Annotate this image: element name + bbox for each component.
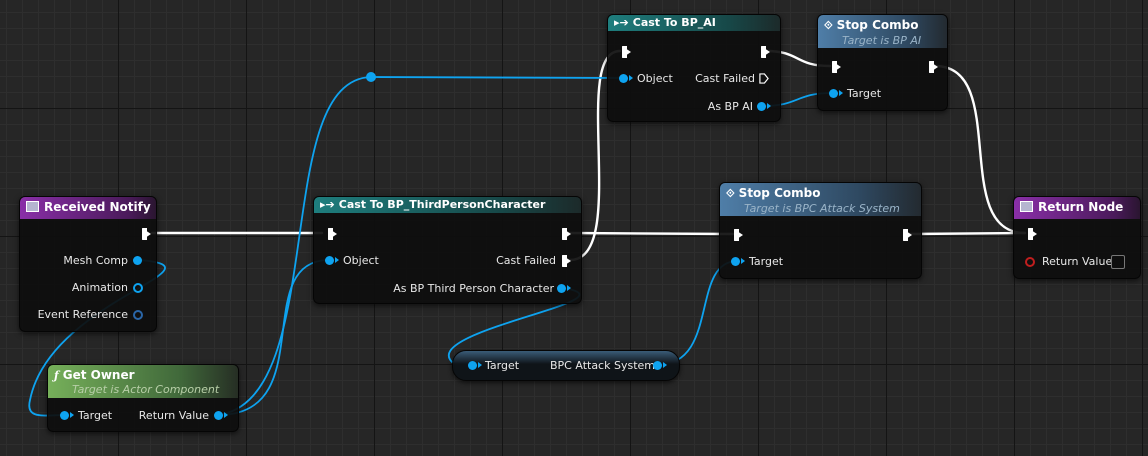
return-value-pin[interactable] <box>214 411 223 420</box>
cast-failed-label: Cast Failed <box>695 72 755 85</box>
as-bp-third-person-pin[interactable] <box>557 284 566 293</box>
exec-output-pin[interactable] <box>929 61 938 73</box>
target-pin[interactable] <box>468 361 477 370</box>
node-subtitle: Target is BPC Attack System <box>744 202 900 215</box>
return-node[interactable]: Return Node Return Value <box>1013 196 1141 279</box>
node-title: Stop Combo <box>836 18 919 32</box>
as-bp-ai-pin[interactable] <box>757 102 766 111</box>
target-pin[interactable] <box>60 411 69 420</box>
bpc-attack-system-pin[interactable] <box>653 361 662 370</box>
exec-input-pin[interactable] <box>1028 228 1037 240</box>
function-call-icon: ⟐ <box>824 19 833 32</box>
stop-combo-ai-node[interactable]: ⟐ Stop Combo Target is BP AI Target <box>817 14 948 111</box>
exec-output-pin[interactable] <box>903 229 912 241</box>
cast-ai-node[interactable]: ▸➔ Cast To BP_AI Object Cast Failed As BP… <box>607 14 781 122</box>
cast-failed-pin[interactable] <box>759 73 769 84</box>
pin-arrow-icon <box>663 362 667 368</box>
cast-icon: ▸➔ <box>614 16 629 29</box>
target-pin[interactable] <box>731 257 740 266</box>
exec-input-pin[interactable] <box>622 46 631 58</box>
node-header[interactable]: ƒ Get Owner Target is Actor Component <box>48 365 238 398</box>
target-label: Target <box>78 409 113 422</box>
animation-pin[interactable] <box>133 283 143 293</box>
return-value-label: Return Value <box>138 409 209 422</box>
exec-wire-cast-to-stopcombo <box>568 231 735 236</box>
animation-label: Animation <box>71 281 128 294</box>
exec-input-pin[interactable] <box>734 229 743 241</box>
exec-output-pin[interactable] <box>142 228 151 240</box>
bpc-attack-system-label: BPC Attack System <box>550 359 655 372</box>
node-header[interactable]: Return Node <box>1014 197 1140 219</box>
object-pin[interactable] <box>619 74 628 83</box>
return-value-pin[interactable] <box>1025 257 1035 267</box>
exec-wire-stopcomboai-to-return <box>933 64 1027 235</box>
function-icon: ƒ <box>54 369 59 382</box>
pin-arrow-icon <box>567 285 571 291</box>
node-header[interactable]: Received Notify <box>20 197 156 219</box>
cast-failed-label: Cast Failed <box>496 254 556 267</box>
event-reference-pin[interactable] <box>133 310 143 320</box>
object-label: Object <box>637 72 673 85</box>
target-pin[interactable] <box>829 89 838 98</box>
pin-arrow-icon <box>741 258 745 264</box>
node-header[interactable]: ▸➔ Cast To BP_AI <box>608 15 780 31</box>
target-label: Target <box>485 359 520 372</box>
event-icon <box>26 201 39 212</box>
node-header[interactable]: ▸➔ Cast To BP_ThirdPersonCharacter <box>314 197 581 213</box>
node-title: Received Notify <box>44 200 151 214</box>
pin-arrow-icon <box>839 90 843 96</box>
exec-input-pin[interactable] <box>328 228 337 240</box>
node-title: Get Owner <box>62 368 135 382</box>
object-wire-reroute-to-castai <box>370 76 623 79</box>
stop-combo-bpc-node[interactable]: ⟐ Stop Combo Target is BPC Attack System … <box>719 182 922 279</box>
get-owner-node[interactable]: ƒ Get Owner Target is Actor Component Tar… <box>47 364 239 432</box>
pin-arrow-icon <box>629 75 633 81</box>
object-pin[interactable] <box>325 256 334 265</box>
node-header[interactable]: ⟐ Stop Combo Target is BPC Attack System <box>720 183 921 216</box>
pin-arrow-icon <box>224 412 228 418</box>
node-subtitle: Target is Actor Component <box>72 383 220 396</box>
mesh-comp-pin[interactable] <box>133 256 142 265</box>
exec-output-pin[interactable] <box>761 46 770 58</box>
reroute-knot[interactable] <box>366 72 376 82</box>
cast-failed-pin[interactable] <box>562 255 571 267</box>
as-bp-ai-label: As BP AI <box>707 100 753 113</box>
node-header[interactable]: ⟐ Stop Combo Target is BP AI <box>818 15 947 48</box>
node-subtitle: Target is BP AI <box>842 34 922 47</box>
return-value-checkbox[interactable] <box>1111 255 1125 269</box>
exec-wire-stopcombo-to-return <box>908 231 1027 236</box>
exec-input-pin[interactable] <box>832 61 841 73</box>
pin-arrow-icon <box>70 412 74 418</box>
target-label: Target <box>749 255 784 268</box>
node-title: Return Node <box>1038 200 1124 214</box>
node-title: Stop Combo <box>738 186 821 200</box>
object-label: Object <box>343 254 379 267</box>
node-title: Cast To BP_AI <box>632 16 716 29</box>
node-title: Cast To BP_ThirdPersonCharacter <box>338 198 546 211</box>
bpc-attack-system-getter[interactable]: Target BPC Attack System <box>452 350 680 381</box>
cast-icon: ▸➔ <box>320 198 335 211</box>
pin-arrow-icon <box>335 257 339 263</box>
target-label: Target <box>847 87 882 100</box>
cast-third-person-node[interactable]: ▸➔ Cast To BP_ThirdPersonCharacter Object… <box>313 196 582 304</box>
mesh-comp-label: Mesh Comp <box>63 254 128 267</box>
function-call-icon: ⟐ <box>726 187 735 200</box>
received-notify-node[interactable]: Received Notify Mesh Comp Animation Even… <box>19 196 157 332</box>
return-icon <box>1020 201 1033 212</box>
event-reference-label: Event Reference <box>37 308 128 321</box>
pin-arrow-icon <box>767 103 771 109</box>
as-bp-third-person-label: As BP Third Person Character <box>393 282 554 295</box>
pin-arrow-icon <box>478 362 482 368</box>
return-value-label: Return Value <box>1042 255 1113 268</box>
exec-output-pin[interactable] <box>562 228 571 240</box>
